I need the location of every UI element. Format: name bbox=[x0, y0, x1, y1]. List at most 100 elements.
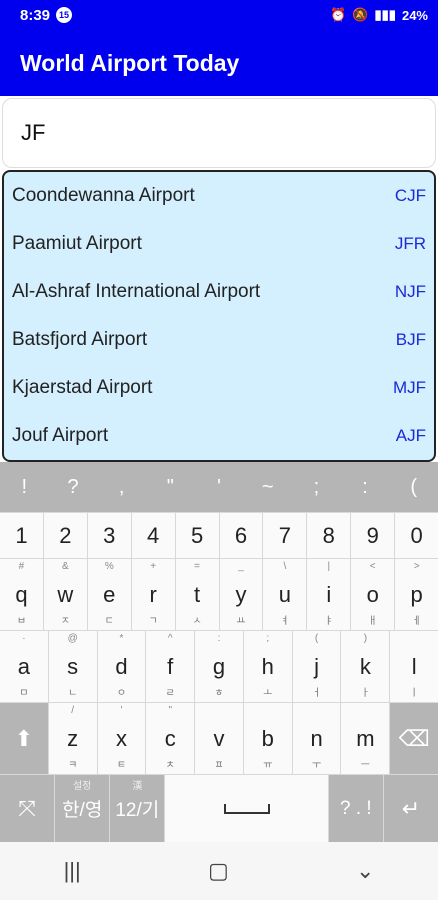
key-hangul: ㄷ bbox=[104, 616, 114, 627]
key-alt-symbol: & bbox=[62, 561, 69, 572]
key-hangul: ㅗ bbox=[263, 688, 273, 699]
emoji-key[interactable]: ⤧ bbox=[0, 775, 56, 842]
key-hangul: ㅏ bbox=[360, 688, 370, 699]
key-label: j bbox=[314, 653, 320, 679]
symbol-key[interactable]: , bbox=[97, 476, 146, 499]
key-y[interactable]: _y ㅛ bbox=[219, 559, 264, 630]
enter-icon: ↵ bbox=[401, 795, 421, 821]
key-label: r bbox=[149, 581, 157, 607]
list-item[interactable]: Al-Ashraf International Airport NJF bbox=[4, 268, 434, 316]
key-5[interactable]: 5 bbox=[175, 513, 220, 558]
key-k[interactable]: ) k ㅏ bbox=[341, 631, 391, 702]
key-u[interactable]: \ u ㅕ bbox=[263, 559, 308, 630]
key-n[interactable]: nㅜ bbox=[292, 703, 342, 774]
key-hangul: ㅡ bbox=[360, 760, 370, 771]
key-o[interactable]: < o ㅐ bbox=[351, 559, 396, 630]
enter-key[interactable]: ↵ bbox=[383, 775, 438, 842]
battery-level: 24% bbox=[401, 7, 428, 23]
key-alt-symbol: > bbox=[413, 561, 420, 572]
key-1[interactable]: 1 bbox=[0, 513, 44, 558]
key-7[interactable]: 7 bbox=[263, 513, 308, 558]
key-a[interactable]: · a ㅁ bbox=[0, 631, 49, 702]
key-f[interactable]: ^ f ㄹ bbox=[146, 631, 196, 702]
key-3[interactable]: 3 bbox=[87, 513, 132, 558]
key-2[interactable]: 2 bbox=[43, 513, 88, 558]
recent-apps-icon[interactable]: ||| bbox=[64, 858, 81, 884]
symbol-key[interactable]: " bbox=[146, 476, 195, 499]
space-icon bbox=[223, 803, 270, 814]
symbol-key[interactable]: ! bbox=[0, 476, 49, 499]
symbol-key[interactable]: ~ bbox=[243, 476, 292, 499]
key-4[interactable]: 4 bbox=[131, 513, 176, 558]
key-h[interactable]: ; h ㅗ bbox=[243, 631, 293, 702]
key-label: y bbox=[235, 581, 247, 607]
key-alt-symbol: * bbox=[119, 633, 124, 644]
key-x[interactable]: ' x ㅌ bbox=[97, 703, 147, 774]
search-input[interactable]: JF bbox=[2, 98, 436, 168]
key-s[interactable]: @ s ㄴ bbox=[48, 631, 98, 702]
language-key-top: 설정 bbox=[72, 781, 92, 792]
key-alt-symbol: @ bbox=[67, 633, 78, 644]
key-label: 8 bbox=[322, 522, 335, 548]
key-q[interactable]: # q ㅂ bbox=[0, 559, 44, 630]
key-label: h bbox=[261, 653, 274, 679]
key-alt-symbol: _ bbox=[238, 561, 244, 572]
key-b[interactable]: bㅠ bbox=[243, 703, 293, 774]
key-9[interactable]: 9 bbox=[351, 513, 396, 558]
keyboard: ! ? , " ' ~ ; : ( 1 2 3 4 5 6 7 8 9 0 # q ㅂ & w ㅈ % e ㄷ + r… bbox=[0, 462, 438, 842]
key-p[interactable]: > p ㅔ bbox=[395, 559, 438, 630]
key-alt-symbol: ' bbox=[120, 705, 123, 716]
key-alt-symbol: + bbox=[150, 561, 157, 572]
numeric-key[interactable]: 漢 12/기 bbox=[110, 775, 166, 842]
key-c[interactable]: " c ㅊ bbox=[146, 703, 196, 774]
alarm-icon: ⏰ bbox=[330, 7, 347, 22]
key-label: p bbox=[410, 581, 423, 607]
key-8[interactable]: 8 bbox=[307, 513, 352, 558]
backspace-key[interactable]: ⌫ bbox=[390, 703, 438, 774]
key-label: f bbox=[167, 653, 174, 679]
key-i[interactable]: | i ㅑ bbox=[307, 559, 352, 630]
airport-name: Jouf Airport bbox=[12, 425, 109, 446]
key-alt-symbol: ; bbox=[266, 633, 270, 644]
list-item[interactable]: Paamiut Airport JFR bbox=[4, 220, 434, 268]
key-6[interactable]: 6 bbox=[219, 513, 264, 558]
list-item[interactable]: Jouf Airport AJF bbox=[4, 412, 434, 460]
key-label: 6 bbox=[234, 522, 248, 548]
key-0[interactable]: 0 bbox=[395, 513, 438, 558]
key-m[interactable]: mㅡ bbox=[341, 703, 391, 774]
key-alt-symbol: ) bbox=[363, 633, 368, 644]
list-item[interactable]: Kjaerstad Airport MJF bbox=[4, 364, 434, 412]
key-label: i bbox=[326, 581, 332, 607]
language-key[interactable]: 설정 한/영 bbox=[55, 775, 111, 842]
key-label: s bbox=[67, 653, 79, 679]
key-hangul: ㅈ bbox=[60, 616, 70, 627]
list-item[interactable]: Coondewanna Airport CJF bbox=[4, 172, 434, 220]
key-w[interactable]: & w ㅈ bbox=[43, 559, 88, 630]
symbol-key[interactable]: ? bbox=[49, 476, 98, 499]
space-key[interactable] bbox=[165, 775, 329, 842]
key-d[interactable]: * d ㅇ bbox=[97, 631, 147, 702]
airport-name: Paamiut Airport bbox=[12, 233, 142, 254]
key-label: w bbox=[57, 581, 74, 607]
key-alt-symbol: # bbox=[18, 561, 25, 572]
key-l[interactable]: lㅣ bbox=[390, 631, 438, 702]
key-hangul: ㅛ bbox=[236, 616, 246, 627]
symbol-key[interactable]: ' bbox=[195, 476, 244, 499]
list-item[interactable]: Batsfjord Airport BJF bbox=[4, 316, 434, 364]
key-v[interactable]: vㅍ bbox=[195, 703, 244, 774]
symbol-key[interactable]: ; bbox=[292, 476, 341, 499]
key-r[interactable]: + r ㄱ bbox=[131, 559, 176, 630]
key-g[interactable]: : gㅎ bbox=[195, 631, 244, 702]
symbol-key[interactable]: : bbox=[341, 476, 390, 499]
back-chevron-icon[interactable]: ⌄ bbox=[356, 858, 374, 884]
key-t[interactable]: = t ㅅ bbox=[175, 559, 220, 630]
symbol-key[interactable]: ( bbox=[389, 476, 438, 499]
punctuation-key[interactable]: ? . ! bbox=[328, 775, 384, 842]
airport-code: AJF bbox=[395, 426, 426, 445]
airport-code: BJF bbox=[395, 330, 426, 349]
home-icon[interactable]: ▢ bbox=[208, 858, 229, 884]
key-j[interactable]: (j ㅓ bbox=[292, 631, 342, 702]
key-e[interactable]: % e ㄷ bbox=[87, 559, 132, 630]
key-z[interactable]: / z ㅋ bbox=[48, 703, 98, 774]
shift-key[interactable]: ⬆ bbox=[0, 703, 49, 774]
